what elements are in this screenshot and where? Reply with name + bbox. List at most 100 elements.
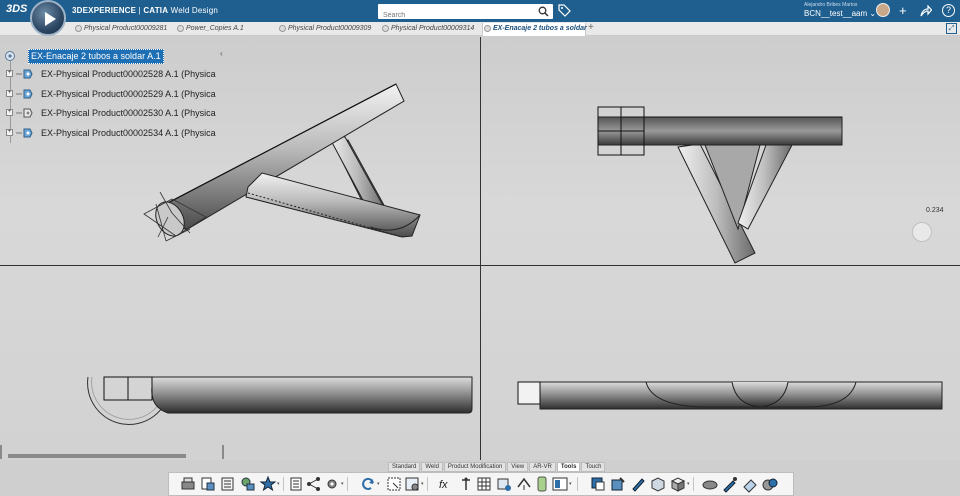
tab-view[interactable]: View: [507, 462, 529, 472]
tools-toolbar: ▾ ▾ ▾ ▾ fx ▾ ▾: [168, 472, 794, 496]
toolbar-separator: [347, 477, 348, 491]
settings-icon[interactable]: [323, 475, 341, 493]
tree-icon[interactable]: [305, 475, 323, 493]
app-brand: 3DEXPERIENCE | CATIA Weld Design: [72, 6, 219, 15]
expand-icon[interactable]: +: [6, 90, 13, 97]
tree-item[interactable]: + EX-Physical Product00002529 A.1 (Physi…: [4, 87, 226, 101]
expand-icon[interactable]: +: [6, 70, 13, 77]
product-icon: [75, 25, 82, 32]
tab-touch[interactable]: Touch: [581, 462, 606, 472]
expand-icon[interactable]: +: [6, 129, 13, 136]
tree-item[interactable]: + EX-Physical Product00002530 A.1 (Physi…: [4, 106, 226, 120]
cube-icon[interactable]: [669, 475, 687, 493]
pen-icon[interactable]: [629, 475, 647, 493]
brand-module: Weld Design: [170, 6, 219, 15]
scroll-handle-right[interactable]: [222, 445, 224, 459]
tab-ex-enacaje[interactable]: EX-Enacaje 2 tubos a soldar: [482, 23, 587, 36]
product-icon: [177, 25, 184, 32]
apply-material-icon[interactable]: [609, 475, 627, 493]
tab-tools[interactable]: Tools: [556, 462, 581, 472]
refresh-icon[interactable]: [359, 475, 377, 493]
part-icon: [16, 89, 33, 99]
collapse-tree-icon[interactable]: ‹: [220, 49, 230, 59]
brand-prefix: 3DEXPERIENCE: [72, 6, 137, 15]
search-box[interactable]: [378, 4, 553, 23]
tree-item-label: EX-Physical Product00002534 A.1 (Physica: [41, 128, 216, 138]
formula-icon[interactable]: fx: [437, 475, 455, 493]
plus-icon[interactable]: +: [899, 3, 907, 19]
dropdown-arrow-icon[interactable]: ▾: [569, 481, 572, 487]
dropdown-arrow-icon[interactable]: ▾: [377, 481, 380, 487]
tab-physical-product-9281[interactable]: Physical Product00009281: [74, 23, 167, 36]
catalog-icon[interactable]: [219, 475, 237, 493]
layout-icon[interactable]: [551, 475, 569, 493]
tab-ar-vr[interactable]: AR-VR: [529, 462, 556, 472]
navigation-knob-icon[interactable]: [912, 222, 932, 242]
camera-icon[interactable]: [761, 475, 779, 493]
help-icon[interactable]: ?: [942, 4, 955, 17]
tab-label: Physical Product00009281: [84, 25, 168, 32]
import-icon[interactable]: [199, 475, 217, 493]
side-view-model: [87, 376, 473, 425]
tree-root-label[interactable]: EX-Enacaje 2 tubos a soldar A.1: [28, 49, 164, 64]
svg-text:fx: fx: [439, 479, 448, 491]
list-icon[interactable]: [287, 475, 305, 493]
tab-product-modification[interactable]: Product Modification: [443, 462, 507, 472]
tree-item[interactable]: + EX-Physical Product00002528 A.1 (Physi…: [4, 67, 226, 81]
knowledge-icon[interactable]: [457, 475, 475, 493]
ds-logo-icon[interactable]: 3DS: [6, 3, 27, 15]
top-bar: 3DS 3DEXPERIENCE | CATIA Weld Design Ale…: [0, 0, 960, 23]
favorites-icon[interactable]: [259, 475, 277, 493]
dropdown-arrow-icon[interactable]: ▾: [341, 481, 344, 487]
battery-icon[interactable]: [533, 475, 551, 493]
tab-power-copies[interactable]: Power_Copies A.1: [176, 23, 244, 36]
3d-print-icon[interactable]: [179, 475, 197, 493]
tree-item[interactable]: + EX-Physical Product00002534 A.1 (Physi…: [4, 126, 226, 140]
tab-standard[interactable]: Standard: [388, 462, 421, 472]
color-icon[interactable]: [589, 475, 607, 493]
tab-physical-product-9314[interactable]: Physical Product00009314: [381, 23, 474, 36]
user-tenant[interactable]: BCN__test__aam ⌄: [804, 9, 876, 18]
action-bar-tabs: Standard Weld Product Modification View …: [388, 462, 606, 472]
compass-icon[interactable]: [30, 0, 66, 36]
expand-icon[interactable]: +: [6, 109, 13, 116]
product-icon: [484, 25, 491, 32]
resources-icon[interactable]: [239, 475, 257, 493]
tree-scrollbar[interactable]: [8, 454, 186, 458]
search-icon[interactable]: [538, 6, 549, 17]
dropdown-arrow-icon[interactable]: ▾: [421, 481, 424, 487]
dropdown-arrow-icon[interactable]: ▾: [277, 481, 280, 487]
parameter-icon[interactable]: [403, 475, 421, 493]
tab-label: Physical Product00009309: [288, 25, 372, 32]
tab-label: Physical Product00009314: [391, 25, 475, 32]
viewport-split-vertical[interactable]: [480, 37, 481, 460]
tab-physical-product-9309[interactable]: Physical Product00009309: [278, 23, 371, 36]
tab-label: EX-Enacaje 2 tubos a soldar: [493, 25, 587, 32]
dropdown-arrow-icon[interactable]: ▾: [687, 481, 690, 487]
eraser-icon[interactable]: [741, 475, 759, 493]
grid-icon[interactable]: [475, 475, 493, 493]
picker-icon[interactable]: [721, 475, 739, 493]
product-icon: [279, 25, 286, 32]
share-icon[interactable]: [920, 5, 932, 17]
new-tab-button[interactable]: +: [588, 22, 594, 33]
sphere-icon[interactable]: [701, 475, 719, 493]
viewport-split-horizontal[interactable]: [0, 265, 960, 266]
measurement-value: 0.234: [926, 207, 944, 214]
measure-icon[interactable]: [495, 475, 513, 493]
avatar[interactable]: [876, 3, 890, 17]
product-icon: [382, 25, 389, 32]
tag-icon[interactable]: [558, 4, 571, 17]
part-icon: [16, 128, 33, 138]
scroll-handle-left[interactable]: [0, 445, 2, 459]
relations-icon[interactable]: [515, 475, 533, 493]
search-input[interactable]: [378, 8, 528, 23]
maximize-icon[interactable]: ⤢: [946, 23, 957, 34]
tab-weld[interactable]: Weld: [421, 462, 443, 472]
3d-viewport[interactable]: EX-Enacaje 2 tubos a soldar A.1 + EX-Phy…: [0, 37, 960, 460]
table-icon[interactable]: [385, 475, 403, 493]
user-info[interactable]: Alejandro Bribes Martos BCN__test__aam ⌄: [804, 2, 876, 18]
render-icon[interactable]: [649, 475, 667, 493]
part-icon: [16, 108, 33, 118]
toolbar-separator: [577, 477, 578, 491]
